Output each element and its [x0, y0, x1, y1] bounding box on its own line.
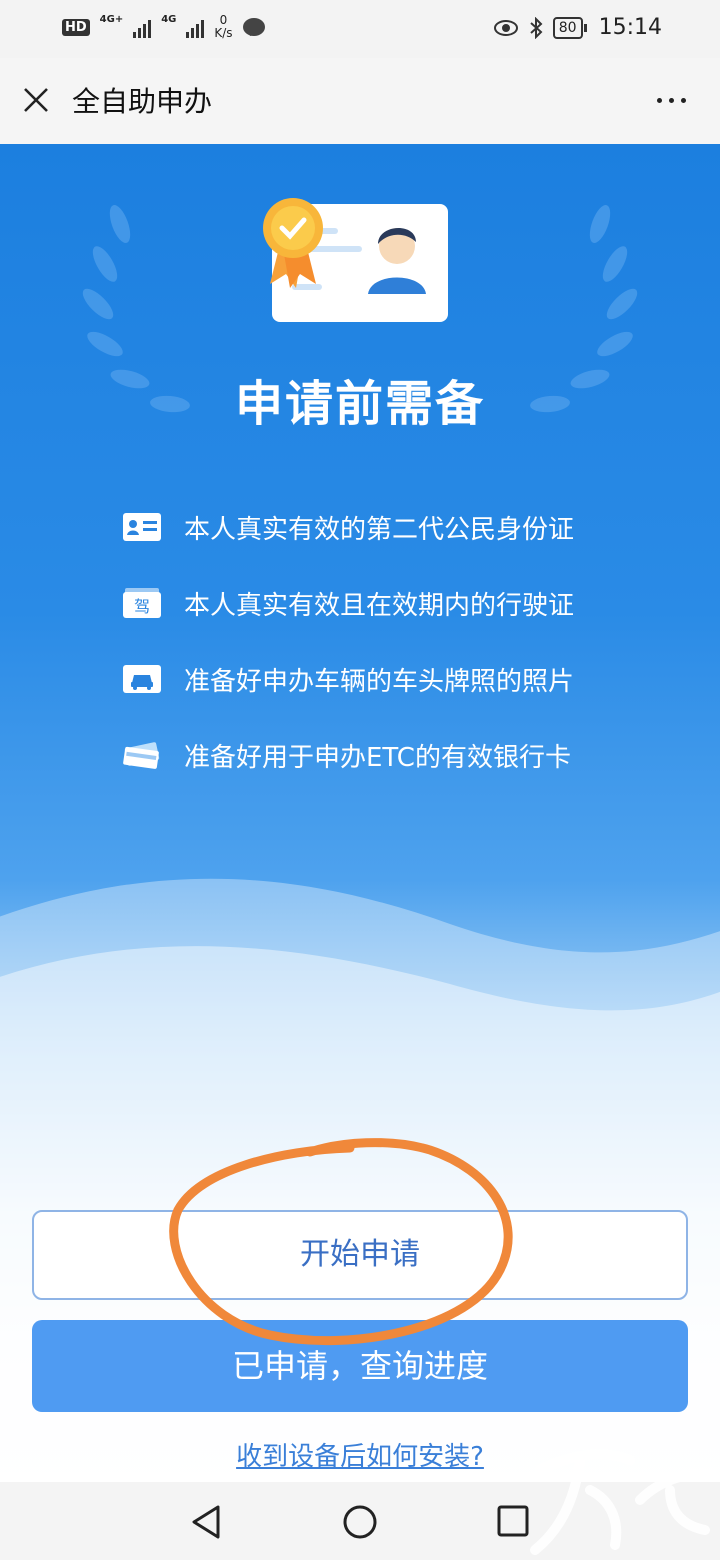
signal-icon-2	[186, 16, 205, 38]
hero-title: 申请前需备	[234, 376, 485, 432]
network-label-2: 4G	[161, 14, 177, 25]
requirement-text: 准备好用于申办ETC的有效银行卡	[184, 742, 571, 773]
list-item: 准备好用于申办ETC的有效银行卡	[122, 717, 574, 793]
circle-home-icon[interactable]	[342, 1504, 378, 1540]
status-bar: HD 4G+ 4G 0 K/s 80 15:14	[0, 0, 720, 58]
square-recent-icon[interactable]	[496, 1504, 530, 1538]
eye-icon	[493, 19, 518, 36]
signal-icon	[133, 16, 152, 38]
network-label-1: 4G+	[99, 14, 124, 25]
system-nav-bar	[0, 1482, 720, 1560]
requirement-text: 准备好申办车辆的车头牌照的照片	[184, 666, 575, 697]
more-icon[interactable]	[657, 98, 686, 103]
requirement-text: 本人真实有效且在效期内的行驶证	[184, 590, 575, 621]
id-card-badge-icon	[263, 198, 448, 322]
driving-license-icon: 驾	[123, 588, 161, 618]
status-left: HD 4G+ 4G 0 K/s	[62, 14, 265, 40]
bluetooth-icon	[530, 16, 543, 39]
car-photo-icon	[123, 665, 161, 693]
status-right: 80 15:14	[493, 15, 662, 40]
requirements-list: 本人真实有效的第二代公民身份证 驾 本人真实有效且在效期内的行驶证 准备好申办车…	[122, 489, 574, 793]
svg-text:驾: 驾	[134, 597, 150, 616]
close-icon[interactable]	[22, 86, 50, 114]
chat-notification-icon	[242, 18, 265, 36]
page-title: 全自助申办	[72, 85, 213, 118]
requirement-text: 本人真实有效的第二代公民身份证	[184, 514, 575, 545]
list-item: 驾 本人真实有效且在效期内的行驶证	[122, 565, 574, 641]
id-card-icon	[123, 513, 161, 541]
install-guide-link[interactable]: 收到设备后如何安装?	[0, 1436, 720, 1473]
title-bar: 全自助申办	[0, 58, 720, 145]
list-item: 本人真实有效的第二代公民身份证	[122, 489, 574, 565]
triangle-back-icon[interactable]	[190, 1504, 224, 1540]
start-application-button[interactable]: 开始申请	[32, 1210, 688, 1300]
hd-icon: HD	[62, 18, 90, 36]
query-progress-button[interactable]: 已申请，查询进度	[32, 1320, 688, 1412]
bank-card-icon	[123, 742, 160, 769]
battery-icon: 80	[552, 16, 587, 39]
network-speed: 0 K/s	[214, 13, 233, 40]
list-item: 准备好申办车辆的车头牌照的照片	[122, 641, 574, 717]
clock: 15:14	[598, 15, 662, 40]
